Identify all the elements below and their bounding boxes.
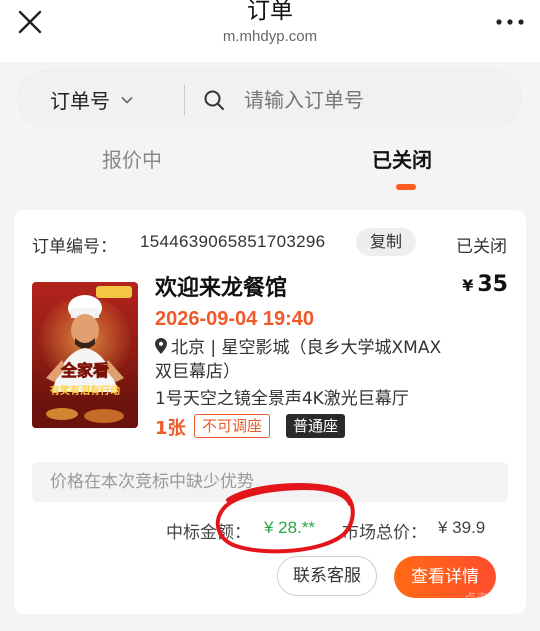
page-title: 订单 [247, 0, 293, 24]
search-type-label: 订单号 [50, 89, 110, 113]
hall: 1号天空之镜全景声4K激光巨幕厅 [155, 389, 409, 409]
tab-quoting[interactable]: 报价中 [102, 144, 162, 173]
ticket-count: 1张 [155, 418, 186, 439]
price-value: 35 [477, 272, 508, 297]
order-number: 1544639065851703296 [140, 232, 326, 251]
search-bar: 订单号 [17, 70, 522, 127]
active-tab-indicator [396, 184, 416, 190]
page-bottom [0, 614, 540, 631]
view-details-button[interactable]: 查看详情 点击 [394, 556, 496, 598]
venue-text: 北京 | 星空影城（良乡大学城XMAX双巨幕店） [155, 338, 442, 382]
order-number-label: 订单编号： [32, 237, 117, 257]
poster-headline: 全家看 [60, 361, 109, 380]
view-details-label: 查看详情 [411, 567, 479, 587]
poster-tagline: 有笑有泪有行动 [50, 384, 120, 397]
order-status: 已关闭 [456, 237, 507, 257]
market-total: ¥ 39.9 [438, 518, 486, 537]
search-divider [184, 85, 185, 115]
location-pin-icon [155, 338, 167, 354]
search-icon [204, 90, 224, 110]
movie-poster[interactable]: 全家看 有笑有泪有行动 [32, 282, 138, 428]
showtime: 2026-09-04 19:40 [155, 308, 315, 330]
top-bar: 订单 m.mhdyp.com [0, 0, 540, 62]
page-url: m.mhdyp.com [222, 28, 318, 45]
no-seat-change-tag: 不可调座 [194, 414, 271, 438]
tab-closed[interactable]: 已关闭 [372, 144, 432, 173]
red-annotation-circle [215, 483, 355, 554]
order-price: ¥35 [462, 272, 508, 297]
contact-support-button[interactable]: 联系客服 [277, 556, 377, 596]
chevron-down-icon [121, 96, 133, 104]
movie-poster-image: 全家看 有笑有泪有行动 [32, 282, 138, 428]
more-icon[interactable] [494, 12, 526, 32]
view-details-ghost-text: 点击 [463, 591, 488, 598]
copy-button[interactable]: 复制 [356, 228, 416, 256]
movie-title: 欢迎来龙餐馆 [155, 276, 288, 301]
price-currency: ¥ [462, 276, 474, 295]
search-input[interactable] [244, 81, 504, 119]
seat-type-tag: 普通座 [286, 414, 346, 438]
search-type-select[interactable]: 订单号 [50, 71, 134, 128]
search-area: 订单号 [0, 62, 540, 132]
tab-bar: 报价中 已关闭 [0, 132, 540, 190]
venue: 北京 | 星空影城（良乡大学城XMAX双巨幕店） [155, 336, 455, 384]
